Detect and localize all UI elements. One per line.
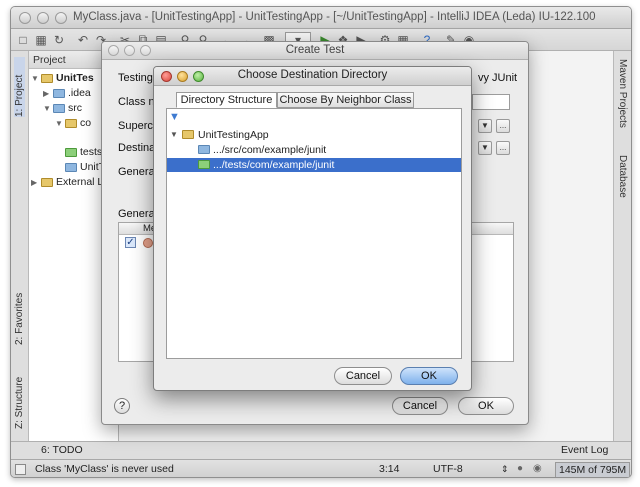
save-icon[interactable]: ▦ — [33, 32, 49, 47]
tree-item-project[interactable]: ▼ UnitTes — [31, 71, 94, 85]
destination-browse-button[interactable]: ... — [496, 141, 510, 155]
superclass-dropdown-arrow-icon[interactable]: ▼ — [478, 119, 492, 133]
directory-tree-row[interactable]: ▼ UnitTestingApp — [167, 128, 461, 142]
tree-item-idea[interactable]: ▶ .idea — [43, 86, 91, 100]
open-folder-icon[interactable]: □ — [15, 32, 31, 47]
choose-destination-ok-button[interactable]: OK — [400, 367, 458, 385]
status-bar: Class 'MyClass' is never used 3:14 UTF-8… — [11, 459, 631, 477]
inspector-icon[interactable]: ◉ — [533, 463, 542, 474]
window-titlebar: MyClass.java - [UnitTestingApp] - UnitTe… — [11, 7, 631, 29]
tab-choose-by-neighbor-class[interactable]: Choose By Neighbor Class — [277, 92, 414, 108]
choose-destination-title: Choose Destination Directory — [237, 69, 388, 81]
memory-indicator[interactable]: 145M of 795M — [555, 462, 631, 477]
caret-position[interactable]: 3:14 — [379, 463, 399, 475]
testing-library-value[interactable]: vy JUnit — [478, 72, 517, 84]
event-log-tool-tab[interactable]: Event Log — [561, 444, 608, 456]
sync-icon[interactable]: ↻ — [51, 32, 67, 47]
close-window-button[interactable] — [19, 12, 31, 24]
tree-label-tests-path: .../tests/com/example/junit — [213, 159, 335, 171]
tree-item-package[interactable]: ▼ co — [55, 116, 91, 130]
create-test-title: Create Test — [285, 44, 345, 56]
right-tool-strip: Maven Projects Database — [613, 51, 631, 441]
minimize-window-button[interactable] — [37, 12, 49, 24]
testing-library-label: Testing — [118, 72, 153, 84]
tool-tab-project[interactable]: 1: Project — [14, 57, 25, 117]
source-folder-icon — [198, 145, 210, 154]
generate-label: Generat — [118, 166, 158, 178]
todo-tool-tab[interactable]: 6: TODO — [41, 444, 83, 456]
project-panel-title: Project — [33, 54, 66, 66]
left-tool-strip: 1: Project 2: Favorites Z: Structure — [11, 51, 29, 441]
undo-icon[interactable]: ↶ — [75, 32, 91, 47]
tool-tab-maven-projects[interactable]: Maven Projects — [617, 59, 628, 143]
test-folder-icon — [198, 160, 210, 169]
directory-tree-row[interactable]: .../src/com/example/junit — [167, 143, 461, 157]
tab-directory-structure[interactable]: Directory Structure — [176, 92, 277, 108]
filter-icon[interactable]: ▼ — [169, 111, 180, 123]
tree-item-tests[interactable]: tests — [55, 145, 102, 159]
encoding-chevron-icon: ⇕ — [501, 464, 509, 474]
create-test-cancel-button[interactable]: Cancel — [392, 397, 448, 415]
superclass-browse-button[interactable]: ... — [496, 119, 510, 133]
zoom-window-button[interactable] — [55, 12, 67, 24]
destination-package-label: Destina — [118, 142, 156, 154]
file-encoding[interactable]: UTF-8 — [433, 463, 463, 475]
create-test-titlebar: Create Test — [102, 42, 528, 60]
expand-arrow-icon[interactable]: ▼ — [170, 128, 178, 142]
bottom-tool-strip: 6: TODO Event Log — [11, 441, 631, 459]
module-folder-icon — [182, 130, 194, 139]
tree-item-external-libraries[interactable]: ▶ External L — [31, 175, 103, 189]
method-icon — [143, 238, 153, 248]
tree-label-src-path: .../src/com/example/junit — [213, 144, 327, 156]
status-message: Class 'MyClass' is never used — [35, 463, 174, 475]
create-test-ok-button[interactable]: OK — [458, 397, 514, 415]
directory-tree-row-selected[interactable]: .../tests/com/example/junit — [167, 158, 461, 172]
create-test-help-button[interactable]: ? — [114, 398, 130, 414]
window-title: MyClass.java - [UnitTestingApp] - UnitTe… — [73, 11, 596, 23]
tool-windows-toggle-icon[interactable] — [15, 464, 26, 475]
choose-destination-dialog: Choose Destination Directory Directory S… — [153, 66, 472, 391]
class-name-input[interactable] — [472, 94, 510, 110]
member-checkbox[interactable]: ✓ — [125, 237, 136, 248]
tree-label-module: UnitTestingApp — [198, 129, 269, 141]
directory-tree[interactable]: ▼ ▼ UnitTestingApp .../src/com/example/j… — [166, 108, 462, 359]
choose-destination-cancel-button[interactable]: Cancel — [334, 367, 392, 385]
tool-tab-database[interactable]: Database — [617, 155, 628, 211]
destination-dropdown-arrow-icon[interactable]: ▼ — [478, 141, 492, 155]
choose-destination-titlebar: Choose Destination Directory — [154, 67, 471, 86]
tool-tab-favorites[interactable]: 2: Favorites — [14, 283, 25, 345]
generate-test-methods-label: Generat — [118, 208, 158, 220]
tool-tab-structure[interactable]: Z: Structure — [14, 363, 25, 429]
lock-icon[interactable]: ● — [517, 463, 523, 474]
tree-item-src[interactable]: ▼ src — [43, 101, 82, 115]
